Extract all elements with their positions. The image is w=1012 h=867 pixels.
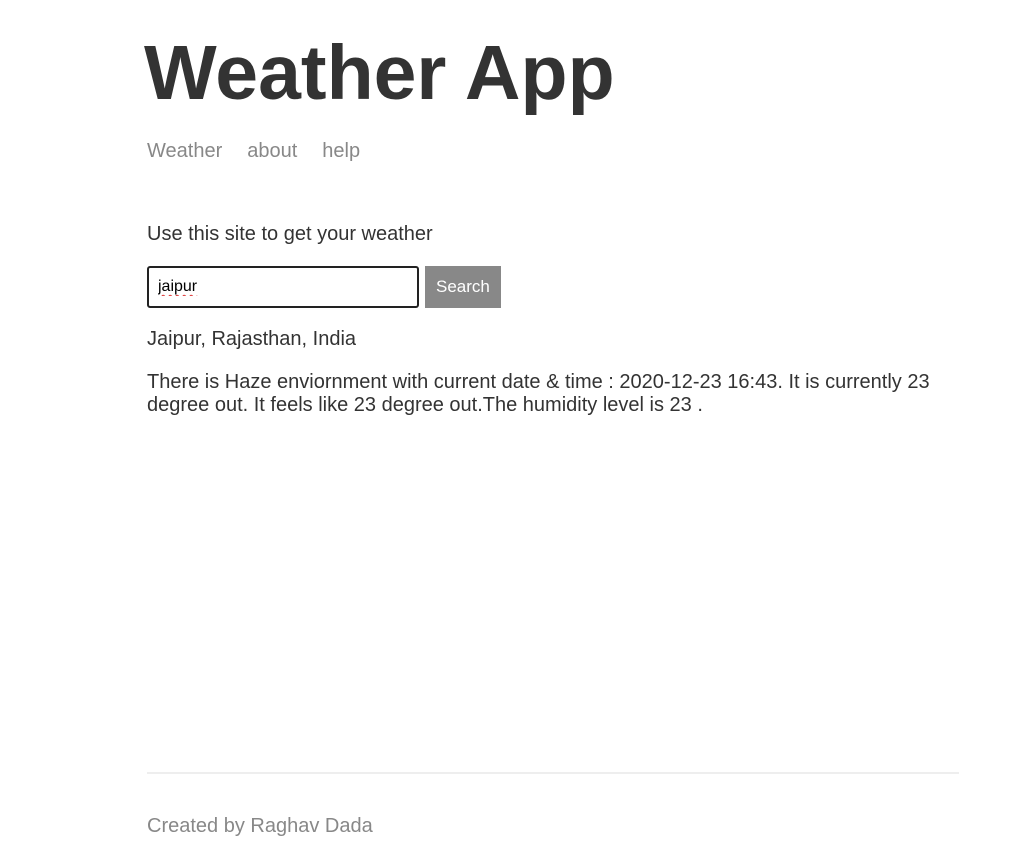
- intro-text: Use this site to get your weather: [147, 223, 433, 245]
- footer: Created by Raghav Dada: [147, 772, 959, 837]
- forecast-result: There is Haze enviornment with current d…: [147, 371, 930, 416]
- search-button[interactable]: Search: [425, 266, 501, 308]
- page-title: Weather App: [144, 30, 615, 116]
- search-form: Search: [147, 266, 501, 308]
- nav-link-weather[interactable]: Weather: [147, 139, 222, 163]
- location-search-input[interactable]: [147, 266, 419, 308]
- nav-bar: Weather about help: [147, 139, 385, 163]
- location-result: Jaipur, Rajasthan, India: [147, 328, 357, 350]
- nav-link-about[interactable]: about: [247, 139, 297, 163]
- nav-link-help[interactable]: help: [322, 139, 360, 163]
- footer-credit: Created by Raghav Dada: [147, 815, 373, 837]
